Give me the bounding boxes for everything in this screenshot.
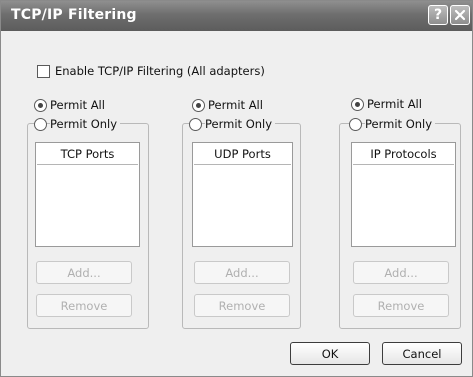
tcp-add-button[interactable]: Add... xyxy=(36,261,132,284)
ip-permit-all-radio[interactable] xyxy=(351,98,364,111)
ip-add-button[interactable]: Add... xyxy=(353,261,449,284)
tcp-permit-only-radio[interactable] xyxy=(34,118,47,131)
udp-permit-only-radio[interactable] xyxy=(189,118,202,131)
tcp-permit-all-label[interactable]: Permit All xyxy=(50,98,105,112)
tcp-remove-button[interactable]: Remove xyxy=(36,294,132,317)
udp-permit-only-label[interactable]: Permit Only xyxy=(205,117,276,131)
ip-permit-only-label[interactable]: Permit Only xyxy=(365,117,436,131)
udp-ports-header: UDP Ports xyxy=(194,144,291,165)
close-button[interactable] xyxy=(450,5,470,25)
enable-filtering-label[interactable]: Enable TCP/IP Filtering (All adapters) xyxy=(55,64,265,78)
title-bar[interactable]: TCP/IP Filtering ? xyxy=(1,1,472,31)
tcp-permit-only-label[interactable]: Permit Only xyxy=(50,117,121,131)
ip-protocols-list[interactable]: IP Protocols xyxy=(351,142,456,247)
ip-protocols-header: IP Protocols xyxy=(353,144,454,165)
udp-ports-list[interactable]: UDP Ports xyxy=(192,142,293,247)
question-mark-icon: ? xyxy=(433,7,443,23)
ip-permit-only-radio[interactable] xyxy=(349,118,362,131)
udp-add-button[interactable]: Add... xyxy=(194,261,290,284)
tcp-permit-all-radio[interactable] xyxy=(34,99,47,112)
udp-remove-button[interactable]: Remove xyxy=(194,294,290,317)
udp-permit-all-radio[interactable] xyxy=(192,99,205,112)
dialog-title: TCP/IP Filtering xyxy=(11,7,137,23)
cancel-button[interactable]: Cancel xyxy=(382,342,462,365)
ok-button[interactable]: OK xyxy=(290,342,370,365)
close-icon xyxy=(454,9,466,21)
tcp-ports-list[interactable]: TCP Ports xyxy=(35,142,140,247)
tcpip-filtering-dialog: TCP/IP Filtering ? Enable TCP/IP Filteri… xyxy=(0,0,473,377)
enable-filtering-checkbox[interactable] xyxy=(37,65,50,78)
tcp-ports-header: TCP Ports xyxy=(37,144,138,165)
ip-permit-all-label[interactable]: Permit All xyxy=(367,97,422,111)
ip-remove-button[interactable]: Remove xyxy=(353,294,449,317)
help-button[interactable]: ? xyxy=(428,5,448,25)
udp-permit-all-label[interactable]: Permit All xyxy=(208,98,263,112)
